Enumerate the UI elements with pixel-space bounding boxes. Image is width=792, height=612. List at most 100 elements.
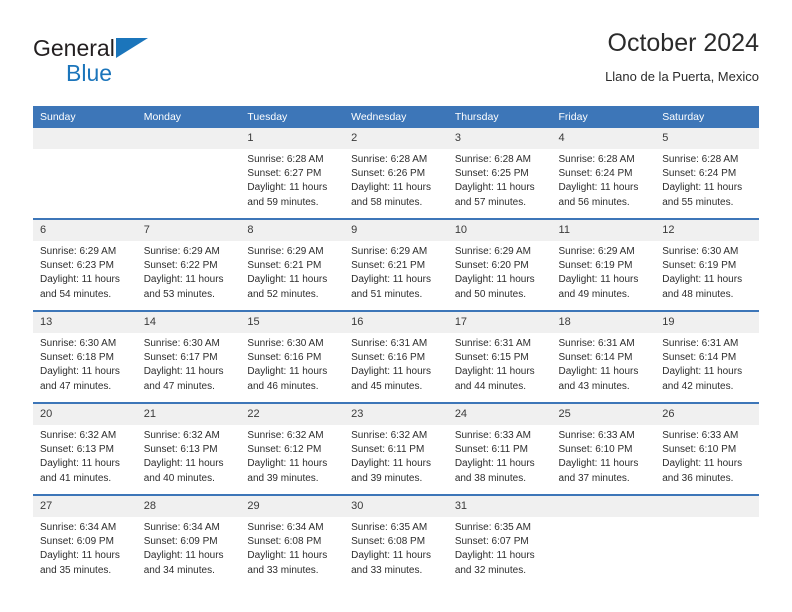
day-cell[interactable]: 10 Sunrise: 6:29 AM Sunset: 6:20 PM Dayligh…	[447, 218, 552, 311]
day-details: Sunrise: 6:32 AM Sunset: 6:11 PM Daylight:…	[344, 425, 448, 486]
daylight-text-line2: and 43 minutes.	[558, 380, 630, 392]
sunset-text: Sunset: 6:13 PM	[143, 444, 218, 456]
sunset-text: Sunset: 6:12 PM	[247, 444, 322, 456]
daylight-text-line2: and 52 minutes.	[247, 288, 319, 300]
day-number: 16	[344, 312, 448, 333]
day-cell[interactable]: 21 Sunrise: 6:32 AM Sunset: 6:13 PM Dayligh…	[136, 402, 241, 495]
sunset-text: Sunset: 6:21 PM	[247, 260, 322, 272]
sunset-text: Sunset: 6:21 PM	[351, 260, 426, 272]
day-cell[interactable]: 27 Sunrise: 6:34 AM Sunset: 6:09 PM Dayligh…	[33, 494, 137, 586]
sunset-text: Sunset: 6:14 PM	[558, 352, 633, 364]
sunset-text: Sunset: 6:09 PM	[40, 536, 114, 548]
daylight-text-line2: and 56 minutes.	[558, 196, 630, 208]
day-details: Sunrise: 6:30 AM Sunset: 6:18 PM Daylight:…	[33, 333, 137, 394]
day-cell[interactable]: 4 Sunrise: 6:28 AM Sunset: 6:24 PM Daylight…	[551, 128, 656, 219]
day-number: 24	[447, 404, 552, 425]
day-cell[interactable]: 2 Sunrise: 6:28 AM Sunset: 6:26 PM Daylight…	[344, 128, 448, 219]
daylight-text-line2: and 36 minutes.	[662, 472, 734, 484]
daylight-text-line2: and 45 minutes.	[351, 380, 423, 392]
day-number: 21	[136, 404, 241, 425]
sunrise-text: Sunrise: 6:29 AM	[454, 246, 531, 257]
day-number: 26	[655, 404, 759, 425]
day-cell[interactable]: 15 Sunrise: 6:30 AM Sunset: 6:16 PM Dayligh…	[240, 310, 345, 403]
daylight-text-line1: Daylight: 11 hours	[40, 274, 120, 286]
day-cell[interactable]: 3 Sunrise: 6:28 AM Sunset: 6:25 PM Daylight…	[447, 128, 552, 219]
sunrise-text: Sunrise: 6:32 AM	[40, 430, 117, 441]
day-details: Sunrise: 6:35 AM Sunset: 6:08 PM Daylight:…	[344, 517, 448, 578]
day-details: Sunrise: 6:33 AM Sunset: 6:10 PM Daylight:…	[655, 425, 759, 486]
daylight-text-line1: Daylight: 11 hours	[558, 274, 639, 286]
daylight-text-line2: and 54 minutes.	[40, 288, 112, 300]
day-cell[interactable]: 17 Sunrise: 6:31 AM Sunset: 6:15 PM Dayligh…	[447, 310, 552, 403]
weekday-header-thursday: Thursday	[447, 106, 552, 128]
day-cell[interactable]: 26 Sunrise: 6:33 AM Sunset: 6:10 PM Dayligh…	[655, 402, 759, 495]
calendar-week-row: 20 Sunrise: 6:32 AM Sunset: 6:13 PM Dayligh…	[33, 402, 759, 495]
day-number: 1	[240, 128, 345, 149]
day-cell[interactable]: 29 Sunrise: 6:34 AM Sunset: 6:08 PM Dayligh…	[240, 494, 345, 586]
sunset-text: Sunset: 6:22 PM	[143, 260, 218, 272]
daylight-text-line1: Daylight: 11 hours	[662, 366, 743, 378]
day-cell	[136, 128, 241, 219]
day-number: 2	[344, 128, 448, 149]
sunrise-text: Sunrise: 6:29 AM	[351, 246, 428, 257]
daylight-text-line1: Daylight: 11 hours	[247, 182, 328, 194]
daylight-text-line1: Daylight: 11 hours	[662, 274, 743, 286]
day-cell[interactable]: 22 Sunrise: 6:32 AM Sunset: 6:12 PM Dayligh…	[240, 402, 345, 495]
day-cell[interactable]: 6 Sunrise: 6:29 AM Sunset: 6:23 PM Daylight…	[33, 218, 137, 311]
weekday-header-monday: Monday	[136, 106, 241, 128]
day-cell[interactable]: 13 Sunrise: 6:30 AM Sunset: 6:18 PM Dayligh…	[33, 310, 137, 403]
day-cell[interactable]: 8 Sunrise: 6:29 AM Sunset: 6:21 PM Daylight…	[240, 218, 345, 311]
day-cell[interactable]: 12 Sunrise: 6:30 AM Sunset: 6:19 PM Dayligh…	[655, 218, 759, 311]
day-cell[interactable]: 30 Sunrise: 6:35 AM Sunset: 6:08 PM Dayligh…	[344, 494, 448, 586]
daylight-text-line2: and 40 minutes.	[143, 472, 215, 484]
general-blue-logo[interactable]: General Blue	[33, 34, 263, 96]
daylight-text-line2: and 33 minutes.	[247, 564, 319, 576]
daylight-text-line1: Daylight: 11 hours	[351, 182, 431, 194]
sunrise-text: Sunrise: 6:30 AM	[662, 246, 739, 257]
day-number: 18	[551, 312, 656, 333]
logo-line-two: Blue	[33, 60, 263, 86]
sunset-text: Sunset: 6:15 PM	[454, 352, 529, 364]
day-number: 15	[240, 312, 345, 333]
daylight-text-line2: and 48 minutes.	[662, 288, 734, 300]
day-details: Sunrise: 6:32 AM Sunset: 6:13 PM Daylight:…	[33, 425, 137, 486]
day-cell[interactable]: 16 Sunrise: 6:31 AM Sunset: 6:16 PM Dayligh…	[344, 310, 448, 403]
daylight-text-line1: Daylight: 11 hours	[454, 182, 535, 194]
day-cell[interactable]: 25 Sunrise: 6:33 AM Sunset: 6:10 PM Dayligh…	[551, 402, 656, 495]
sunrise-text: Sunrise: 6:28 AM	[247, 154, 324, 165]
day-cell[interactable]: 5 Sunrise: 6:28 AM Sunset: 6:24 PM Daylight…	[655, 128, 759, 219]
daylight-text-line2: and 46 minutes.	[247, 380, 319, 392]
day-cell[interactable]: 1 Sunrise: 6:28 AM Sunset: 6:27 PM Daylight…	[240, 128, 345, 219]
daylight-text-line1: Daylight: 11 hours	[454, 458, 535, 470]
calendar-table: Sunday Monday Tuesday Wednesday Thursday…	[33, 106, 759, 586]
sunrise-text: Sunrise: 6:32 AM	[351, 430, 428, 441]
day-cell[interactable]: 7 Sunrise: 6:29 AM Sunset: 6:22 PM Daylight…	[136, 218, 241, 311]
daylight-text-line1: Daylight: 11 hours	[143, 550, 224, 562]
sunrise-text: Sunrise: 6:32 AM	[247, 430, 324, 441]
day-cell[interactable]: 9 Sunrise: 6:29 AM Sunset: 6:21 PM Daylight…	[344, 218, 448, 311]
day-cell[interactable]: 31 Sunrise: 6:35 AM Sunset: 6:07 PM Dayligh…	[447, 494, 552, 586]
day-cell[interactable]: 19 Sunrise: 6:31 AM Sunset: 6:14 PM Dayligh…	[655, 310, 759, 403]
day-details: Sunrise: 6:33 AM Sunset: 6:11 PM Daylight:…	[448, 425, 552, 486]
sunrise-text: Sunrise: 6:30 AM	[143, 338, 220, 349]
day-cell[interactable]: 28 Sunrise: 6:34 AM Sunset: 6:09 PM Dayligh…	[136, 494, 241, 586]
day-cell[interactable]: 20 Sunrise: 6:32 AM Sunset: 6:13 PM Dayligh…	[33, 402, 137, 495]
day-details: Sunrise: 6:32 AM Sunset: 6:13 PM Daylight:…	[137, 425, 241, 486]
day-number: 11	[551, 220, 656, 241]
weekday-header-wednesday: Wednesday	[344, 106, 448, 128]
sunrise-text: Sunrise: 6:33 AM	[454, 430, 531, 441]
day-cell[interactable]: 23 Sunrise: 6:32 AM Sunset: 6:11 PM Dayligh…	[344, 402, 448, 495]
day-number	[33, 128, 137, 149]
day-number: 14	[136, 312, 241, 333]
day-number: 6	[33, 220, 137, 241]
day-cell[interactable]: 18 Sunrise: 6:31 AM Sunset: 6:14 PM Dayligh…	[551, 310, 656, 403]
calendar-week-row: 27 Sunrise: 6:34 AM Sunset: 6:09 PM Dayligh…	[33, 494, 759, 586]
sunset-text: Sunset: 6:13 PM	[40, 444, 114, 456]
day-cell[interactable]: 14 Sunrise: 6:30 AM Sunset: 6:17 PM Dayligh…	[136, 310, 241, 403]
sunrise-text: Sunrise: 6:35 AM	[454, 522, 531, 533]
day-cell[interactable]: 24 Sunrise: 6:33 AM Sunset: 6:11 PM Dayligh…	[447, 402, 552, 495]
day-details: Sunrise: 6:30 AM Sunset: 6:17 PM Daylight:…	[137, 333, 241, 394]
day-details: Sunrise: 6:33 AM Sunset: 6:10 PM Daylight:…	[552, 425, 656, 486]
sunset-text: Sunset: 6:17 PM	[143, 352, 218, 364]
day-cell[interactable]: 11 Sunrise: 6:29 AM Sunset: 6:19 PM Dayligh…	[551, 218, 656, 311]
